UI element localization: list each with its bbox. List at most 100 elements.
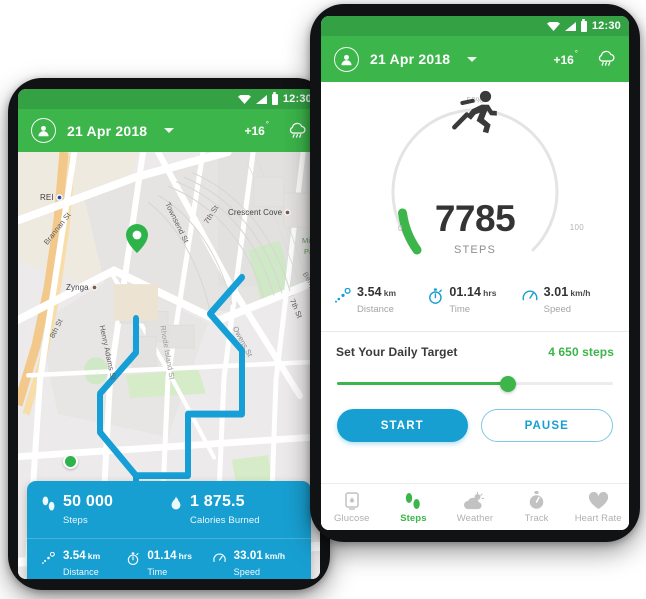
stat-distance-body: 3.54 km Distance [63,550,100,577]
header-date-right[interactable]: 21 Apr 2018 [370,51,450,67]
stats-card-primary-row: 50 000 Steps 1 875.5 Calories Burned [27,481,311,539]
running-man-icon [452,90,497,134]
unit: hrs [483,288,497,298]
chevron-down-icon[interactable] [467,56,478,62]
stat-steps-label: Steps [63,515,88,527]
metric-distance: 3.54 km Distance [335,285,428,315]
value: 3.01 [543,285,569,299]
poi-dot-icon [55,194,63,201]
route-start-dot[interactable] [63,454,78,469]
value: 01.14 [147,550,177,563]
value: 33.01 [233,550,263,563]
status-time-left: 12:30 [282,93,312,105]
header-temperature-right: +16° [553,48,578,67]
slider-thumb[interactable] [500,376,517,393]
nav-label-steps: Steps [400,512,427,524]
chevron-down-icon[interactable] [164,128,175,133]
steps-gauge: 50% 0 100 7785 STEPS [321,82,629,282]
header-date-left[interactable]: 21 Apr 2018 [67,123,147,139]
unit: km/h [264,551,286,562]
action-buttons: START PAUSE [321,392,629,443]
nav-item-track[interactable]: Track [506,490,568,524]
map-view[interactable]: REI Brannan St Zynga 8th St Townsend St … [18,152,320,579]
metric-time-label: Time [449,304,471,316]
track-stats-card: 50 000 Steps 1 875.5 Calories Burned 3.5… [27,480,311,579]
stat-speed-label: Speed [233,567,261,577]
metric-distance-value: 3.54 km [357,285,396,299]
weather-cloud-sun-icon [464,491,485,510]
metric-time: 01.14 hrs Time [428,285,521,316]
pause-button[interactable]: PAUSE [480,409,613,443]
value: 01.14 [449,285,482,299]
daily-target-value: 4 650 steps [548,345,614,360]
map-label-text: Crescent Cove [228,208,283,217]
app-header-right: 21 Apr 2018 +16° [321,36,629,82]
poi-dot-icon [90,284,98,291]
nav-label-weather: Weather [456,512,494,524]
metric-distance-body: 3.54 km Distance [357,285,396,315]
nav-label-glucose: Glucose [334,512,370,524]
degree-symbol: ° [574,48,578,58]
nav-item-heart-rate[interactable]: Heart Rate [567,491,629,524]
gauge-step-unit: STEPS [453,244,497,256]
temp-value: +16 [244,124,265,138]
stat-calories-label: Calories Burned [190,515,260,527]
map-label-text: REI [40,193,54,202]
stat-speed: 33.01 km/h Speed [212,550,297,577]
stat-time-body: 01.14 hrs Time [147,550,192,577]
nav-label-track: Track [524,512,549,524]
speedometer-icon [522,290,538,301]
slider-fill [337,382,509,386]
stat-distance: 3.54 km Distance [41,550,126,577]
steps-metrics-row: 3.54 km Distance 01.14 hrs Time 3.01 km/… [321,282,629,331]
status-bar-right: 12:30 [321,16,629,36]
heart-icon [588,491,608,510]
degree-symbol: ° [265,120,269,129]
stat-distance-value: 3.54 km [63,550,100,563]
stat-speed-body: 33.01 km/h Speed [234,550,286,577]
user-avatar-icon[interactable] [31,118,56,143]
stat-steps-value: 50 000 [63,492,114,510]
stat-calories: 1 875.5 Calories Burned [169,493,297,527]
stat-steps: 50 000 Steps [41,492,169,527]
steps-screen-body: 50% 0 100 7785 STEPS 3.54 km Distance 01… [321,82,629,530]
map-label-crescent-cove: Crescent Cove [228,208,292,217]
temp-value: +16 [553,52,574,67]
start-button[interactable]: START [337,409,468,443]
rain-cloud-icon[interactable] [596,50,616,68]
wifi-icon [237,94,251,104]
map-label-zynga: Zynga [66,283,98,292]
map-label-text: Zynga [66,283,89,292]
phone-screen-right: 12:30 21 Apr 2018 +16° 50% 0 100 7785 ST… [321,16,629,530]
map-pin-icon[interactable] [126,224,148,253]
nav-item-steps[interactable]: Steps [383,491,445,524]
stat-distance-label: Distance [63,567,99,577]
daily-target-slider[interactable] [337,376,613,393]
status-time-right: 12:30 [591,20,621,32]
metric-time-body: 01.14 hrs Time [449,285,497,316]
value: 3.54 [63,550,86,563]
nav-item-weather[interactable]: Weather [444,491,506,524]
battery-icon [580,18,587,32]
daily-target-label: Set Your Daily Target [336,345,458,360]
nav-item-glucose[interactable]: Glucose [321,491,383,524]
header-temperature-left: +16° [244,120,269,138]
user-avatar-icon[interactable] [334,46,359,72]
map-label-rei: REI [40,193,63,202]
app-header-left: 21 Apr 2018 +16° [18,109,320,152]
glucose-meter-icon [345,491,359,510]
signal-icon [255,94,267,104]
stat-calories-body: 1 875.5 Calories Burned [190,493,260,527]
stopwatch-icon [128,552,139,566]
status-bar-left: 12:30 [18,89,320,109]
stat-speed-value: 33.01 km/h [234,550,286,563]
route-icon [335,288,351,303]
metric-speed-label: Speed [543,304,572,316]
daily-target-header: Set Your Daily Target 4 650 steps [321,332,629,363]
rain-cloud-icon[interactable] [287,122,307,140]
phone-device-left: 12:30 21 Apr 2018 +16° REI Brannan St Zy… [8,78,330,590]
unit: hrs [178,551,193,562]
footsteps-icon [42,496,55,511]
wifi-icon [546,21,560,31]
stat-time-value: 01.14 hrs [147,550,192,563]
